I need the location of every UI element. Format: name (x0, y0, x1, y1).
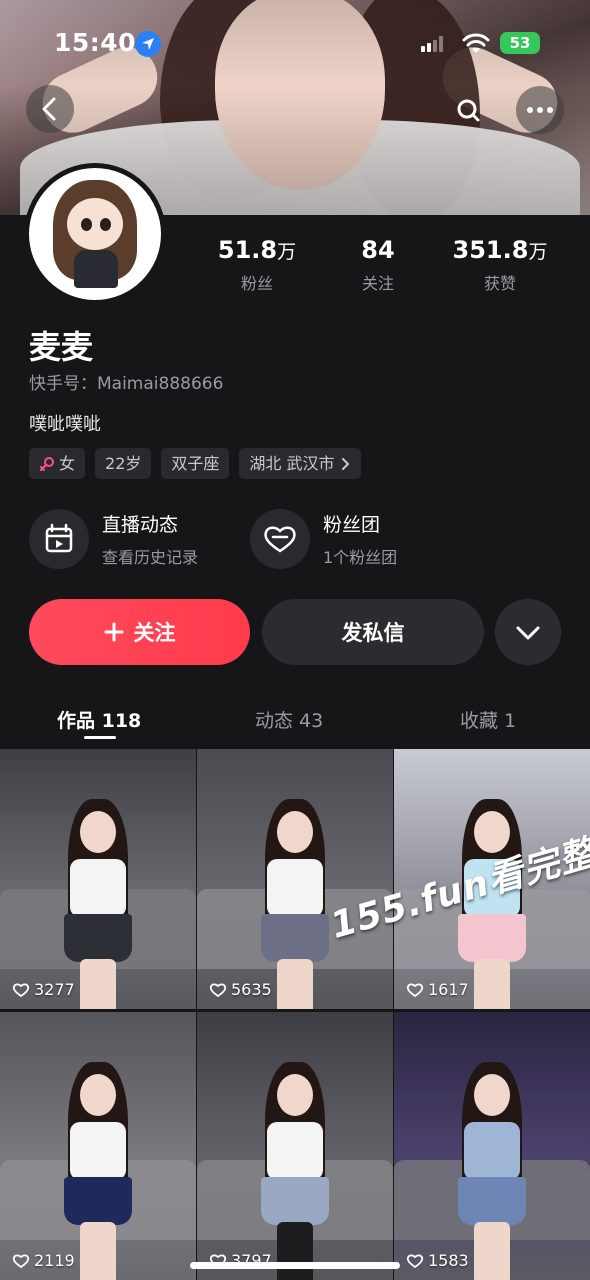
heart-icon (406, 1253, 424, 1268)
heart-icon (209, 982, 227, 997)
chevron-left-icon (42, 97, 56, 121)
profile-id-value: Maimai888666 (97, 374, 224, 394)
heart-icon (12, 982, 30, 997)
tab-favorites[interactable]: 收藏 1 (460, 706, 516, 733)
like-count: 1583 (406, 1251, 469, 1270)
chevron-right-icon (341, 457, 349, 470)
tab-works[interactable]: 作品 118 (57, 706, 141, 733)
like-count: 1617 (406, 980, 469, 999)
stat-label: 获赞 (483, 274, 516, 293)
live-history-link[interactable]: 直播动态 查看历史记录 (29, 508, 198, 570)
stat-label: 粉丝 (240, 274, 273, 293)
stat-label: 关注 (361, 274, 394, 293)
stat-unit: 万 (528, 241, 548, 263)
plus-icon (104, 622, 123, 642)
battery-indicator: 53 (500, 32, 540, 54)
follow-button[interactable]: 关注 (29, 599, 250, 665)
status-time: 15:40 (54, 28, 137, 57)
location-label: 湖北 武汉市 (249, 454, 335, 473)
female-icon (40, 456, 54, 471)
zodiac-tag: 双子座 (161, 448, 230, 479)
like-count: 3277 (12, 980, 75, 999)
like-count: 2119 (12, 1251, 75, 1270)
search-icon (457, 99, 480, 122)
profile-id[interactable]: 快手号：Maimai888666 (29, 369, 223, 394)
stat-following[interactable]: 84 关注 (308, 236, 448, 294)
gender-label: 女 (59, 454, 76, 473)
profile-bio: 噗呲噗呲 (29, 414, 101, 435)
like-count: 5635 (209, 980, 272, 999)
heart-badge-icon (250, 509, 310, 569)
wifi-icon (462, 33, 490, 53)
video-thumbnail[interactable]: 3797 (197, 1012, 393, 1280)
content-tabs: 作品 118 动态 43 收藏 1 (0, 692, 590, 748)
quick-link-title: 直播动态 (102, 514, 179, 536)
age-tag: 22岁 (95, 448, 152, 479)
expand-button[interactable] (495, 599, 561, 665)
calendar-play-icon (29, 509, 89, 569)
stat-likes[interactable]: 351.8万 获赞 (430, 236, 570, 294)
profile-tags: 女 22岁 双子座 湖北 武汉市 (29, 448, 361, 479)
profile-name: 麦麦 (29, 328, 94, 366)
stat-value: 84 (361, 236, 395, 264)
quick-link-title: 粉丝团 (323, 514, 381, 536)
quick-link-subtitle: 查看历史记录 (102, 548, 199, 567)
home-indicator[interactable] (190, 1262, 400, 1269)
quick-link-subtitle: 1个粉丝团 (323, 548, 398, 567)
more-options-button[interactable] (516, 86, 564, 134)
chevron-down-icon (516, 626, 540, 640)
location-tag[interactable]: 湖北 武汉市 (239, 448, 361, 479)
back-button[interactable] (26, 85, 74, 133)
video-thumbnail[interactable]: 1583 (394, 1012, 590, 1280)
stat-fans[interactable]: 51.8万 粉丝 (187, 236, 327, 294)
active-tab-indicator (84, 736, 116, 739)
video-thumbnail[interactable]: 2119 (0, 1012, 196, 1280)
ellipsis-icon (527, 107, 553, 113)
follow-label: 关注 (133, 621, 176, 645)
heart-icon (406, 982, 424, 997)
profile-page: 15:40 53 51.8万 粉丝 84 关注 351.8万 获赞 麦麦 快手号… (0, 0, 590, 1280)
video-thumbnail[interactable]: 3277 (0, 749, 196, 1009)
avatar[interactable] (24, 163, 166, 305)
like-count-value: 1583 (428, 1251, 469, 1270)
gender-tag: 女 (29, 448, 86, 479)
like-count-value: 5635 (231, 980, 272, 999)
profile-id-label: 快手号： (29, 374, 97, 394)
heart-icon (12, 1253, 30, 1268)
fan-club-link[interactable]: 粉丝团 1个粉丝团 (250, 508, 397, 570)
stat-value: 351.8 (452, 236, 529, 264)
stat-unit: 万 (277, 241, 297, 263)
like-count-value: 1617 (428, 980, 469, 999)
location-arrow-icon (135, 31, 161, 57)
like-count-value: 3277 (34, 980, 75, 999)
status-bar: 15:40 53 (0, 24, 590, 64)
search-button[interactable] (445, 87, 493, 135)
cellular-signal-icon (421, 36, 445, 52)
like-count-value: 2119 (34, 1251, 75, 1270)
stat-value: 51.8 (217, 236, 278, 264)
message-button[interactable]: 发私信 (262, 599, 484, 665)
message-label: 发私信 (341, 621, 405, 645)
tab-moments[interactable]: 动态 43 (255, 706, 323, 733)
video-grid: 3277 5635 1617 2119 3797 1583 (0, 749, 590, 1280)
video-thumbnail[interactable]: 5635 (197, 749, 393, 1009)
